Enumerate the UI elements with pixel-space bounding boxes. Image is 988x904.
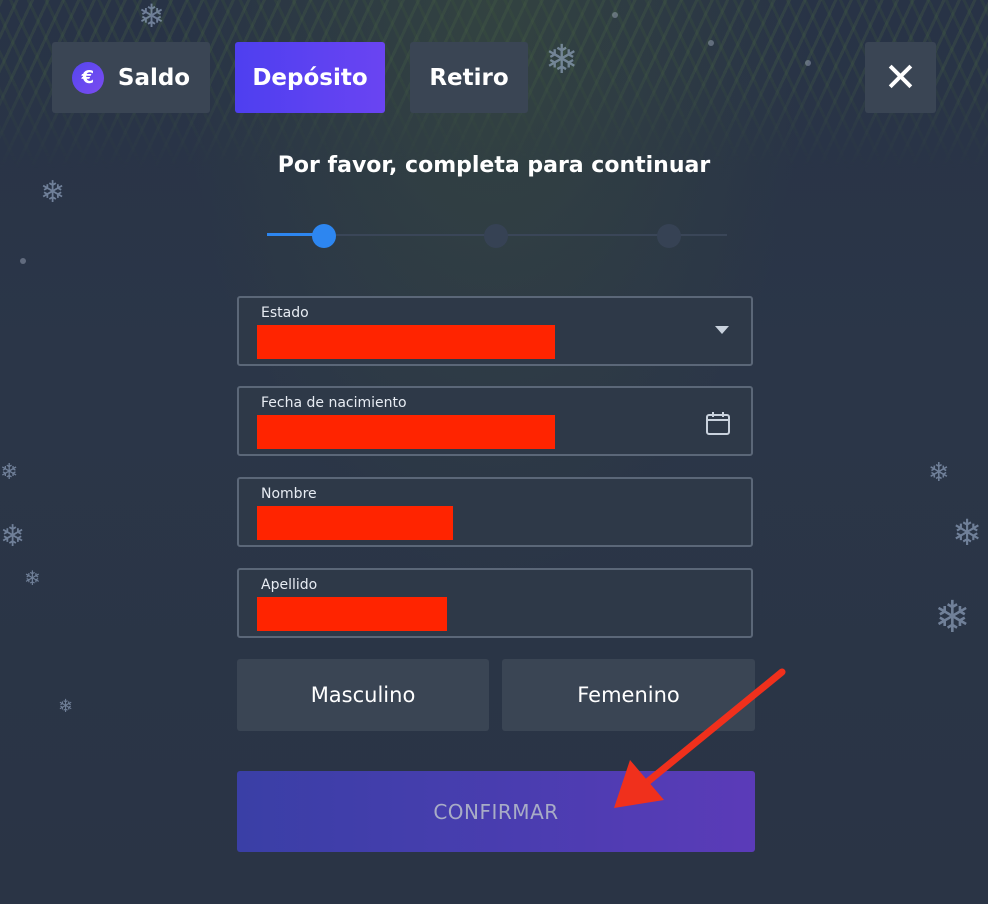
page-title: Por favor, completa para continuar (277, 153, 711, 178)
gender-male-label: Masculino (310, 683, 416, 707)
tab-saldo-label: Saldo (117, 64, 191, 91)
progress-step-1 (312, 224, 336, 248)
euro-icon: € (71, 61, 104, 94)
confirm-label: CONFIRMAR (433, 799, 559, 824)
tab-saldo[interactable]: € Saldo (52, 42, 210, 113)
snowflake-icon: ❄ (952, 513, 983, 554)
tab-retiro-label: Retiro (429, 64, 509, 91)
nombre-value-redacted (257, 506, 453, 540)
snow-dot (612, 12, 618, 18)
snow-dot (20, 258, 26, 264)
snowflake-icon: ❄ (0, 519, 26, 554)
nombre-label: Nombre (261, 486, 317, 502)
progress-step-3 (657, 224, 681, 248)
apellido-value-redacted (257, 597, 447, 631)
calendar-icon[interactable] (705, 410, 731, 436)
annotation-arrow-icon (614, 668, 786, 808)
snow-dot (805, 60, 811, 66)
snow-dot (708, 40, 714, 46)
estado-value-redacted (257, 325, 555, 359)
birthdate-label: Fecha de nacimiento (261, 395, 407, 411)
gender-male-button[interactable]: Masculino (237, 659, 489, 731)
snowflake-icon: ❄ (928, 458, 950, 488)
snowflake-icon: ❄ (138, 0, 165, 35)
birthdate-field[interactable]: Fecha de nacimiento (237, 386, 753, 456)
estado-label: Estado (261, 305, 309, 321)
chevron-down-icon (715, 326, 729, 334)
estado-select[interactable]: Estado (237, 296, 753, 366)
tab-deposito-label: Depósito (252, 64, 368, 91)
apellido-label: Apellido (261, 577, 318, 593)
apellido-field[interactable]: Apellido (237, 568, 753, 638)
snowflake-icon: ❄ (0, 460, 19, 485)
snowflake-icon: ❄ (934, 592, 971, 643)
progress-step-2 (484, 224, 508, 248)
close-button[interactable]: ✕ (865, 42, 936, 113)
nombre-field[interactable]: Nombre (237, 477, 753, 547)
tab-retiro[interactable]: Retiro (410, 42, 528, 113)
snowflake-icon: ❄ (24, 566, 41, 590)
snowflake-icon: ❄ (40, 175, 66, 210)
birthdate-value-redacted (257, 415, 555, 449)
close-icon: ✕ (883, 54, 918, 101)
snowflake-icon: ❄ (58, 696, 74, 717)
snowflake-icon: ❄ (545, 37, 579, 83)
tab-deposito[interactable]: Depósito (235, 42, 385, 113)
